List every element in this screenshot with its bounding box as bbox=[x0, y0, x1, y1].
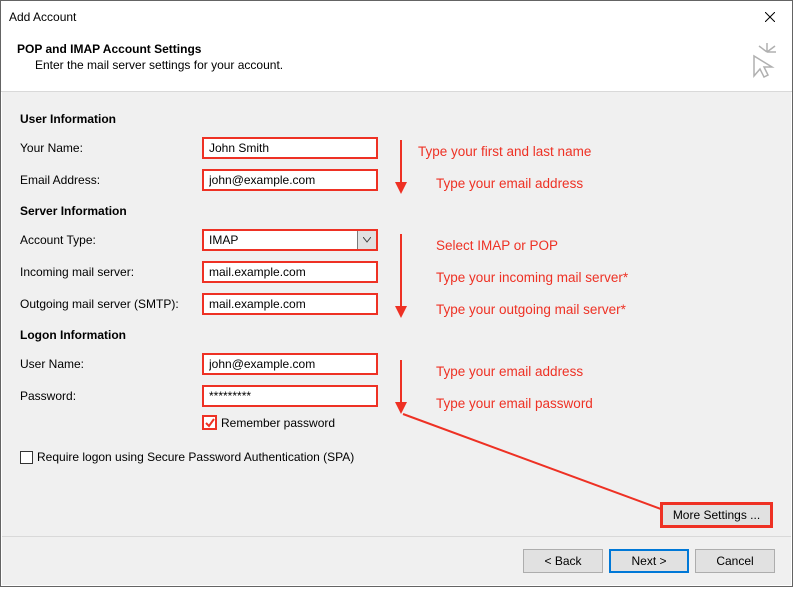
button-bar: < Back Next > Cancel bbox=[523, 549, 775, 573]
wizard-header: POP and IMAP Account Settings Enter the … bbox=[1, 32, 792, 92]
label-account-type: Account Type: bbox=[20, 233, 202, 247]
next-label: Next > bbox=[631, 554, 666, 568]
annot-your-name: Type your first and last name bbox=[418, 144, 591, 159]
annot-email: Type your email address bbox=[436, 176, 583, 191]
incoming-server-input[interactable] bbox=[202, 261, 378, 283]
annot-user-name: Type your email address bbox=[436, 364, 583, 379]
user-name-input[interactable] bbox=[202, 353, 378, 375]
close-button[interactable] bbox=[747, 1, 792, 32]
titlebar: Add Account bbox=[1, 1, 792, 32]
form-area: User Information Your Name: Type your fi… bbox=[20, 112, 780, 464]
checkmark-icon bbox=[205, 418, 215, 428]
account-type-value: IMAP bbox=[209, 233, 238, 247]
label-user-name: User Name: bbox=[20, 357, 202, 371]
annot-account-type: Select IMAP or POP bbox=[436, 238, 558, 253]
account-type-dropdown[interactable]: IMAP bbox=[202, 229, 378, 251]
annot-password: Type your email password bbox=[436, 396, 593, 411]
section-logon-info: Logon Information bbox=[20, 328, 780, 342]
email-input[interactable] bbox=[202, 169, 378, 191]
dropdown-button[interactable] bbox=[357, 231, 376, 249]
close-icon bbox=[765, 12, 775, 22]
remember-password-row: Remember password bbox=[202, 415, 780, 430]
remember-password-checkbox[interactable] bbox=[202, 415, 217, 430]
your-name-input[interactable] bbox=[202, 137, 378, 159]
remember-password-label: Remember password bbox=[221, 416, 335, 430]
chevron-down-icon bbox=[363, 237, 371, 243]
page-title: POP and IMAP Account Settings bbox=[17, 42, 780, 56]
outgoing-server-input[interactable] bbox=[202, 293, 378, 315]
label-incoming: Incoming mail server: bbox=[20, 265, 202, 279]
section-server-info: Server Information bbox=[20, 204, 780, 218]
window-title: Add Account bbox=[9, 10, 76, 24]
annot-incoming: Type your incoming mail server* bbox=[436, 270, 628, 285]
label-email: Email Address: bbox=[20, 173, 202, 187]
wizard-body: User Information Your Name: Type your fi… bbox=[2, 92, 791, 585]
back-label: < Back bbox=[544, 554, 581, 568]
back-button[interactable]: < Back bbox=[523, 549, 603, 573]
add-account-window: { "window": { "title": "Add Account" }, … bbox=[0, 0, 793, 587]
more-settings-label: More Settings ... bbox=[673, 508, 760, 522]
spa-checkbox[interactable] bbox=[20, 451, 33, 464]
cursor-sparkle-icon bbox=[742, 38, 782, 81]
page-subtitle: Enter the mail server settings for your … bbox=[35, 58, 780, 72]
label-your-name: Your Name: bbox=[20, 141, 202, 155]
label-outgoing: Outgoing mail server (SMTP): bbox=[20, 297, 202, 311]
spa-row: Require logon using Secure Password Auth… bbox=[20, 450, 780, 464]
cancel-label: Cancel bbox=[716, 554, 753, 568]
annot-outgoing: Type your outgoing mail server* bbox=[436, 302, 626, 317]
label-password: Password: bbox=[20, 389, 202, 403]
password-input[interactable] bbox=[202, 385, 378, 407]
more-settings-button[interactable]: More Settings ... bbox=[660, 502, 773, 528]
spa-label: Require logon using Secure Password Auth… bbox=[37, 450, 354, 464]
next-button[interactable]: Next > bbox=[609, 549, 689, 573]
section-user-info: User Information bbox=[20, 112, 780, 126]
cancel-button[interactable]: Cancel bbox=[695, 549, 775, 573]
separator bbox=[2, 536, 791, 537]
